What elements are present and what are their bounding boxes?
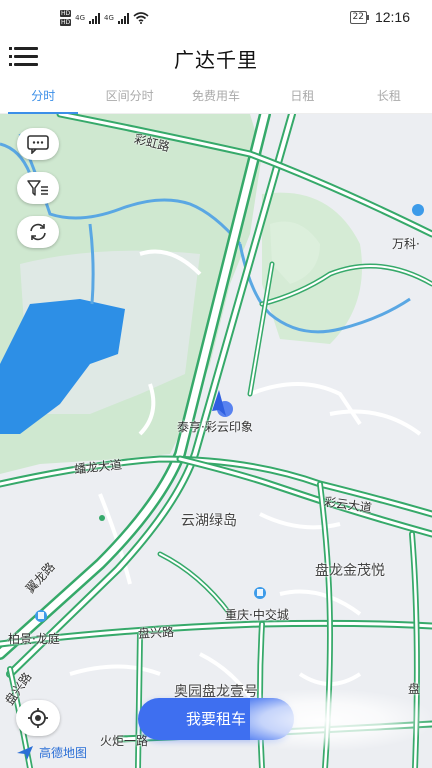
filter-icon bbox=[27, 180, 48, 196]
poi-label-yunhu: 云湖绿岛 bbox=[181, 513, 237, 529]
hd-badge-1: HD bbox=[60, 10, 72, 17]
rent-car-button[interactable]: 我要租车 bbox=[138, 698, 294, 740]
tab-long-term[interactable]: 长租 bbox=[346, 80, 432, 113]
wifi-icon bbox=[133, 12, 149, 24]
amap-arrow-icon bbox=[17, 745, 33, 760]
app-header: 广达千里 bbox=[0, 36, 432, 80]
tab-interval-hourly[interactable]: 区间分时 bbox=[86, 80, 172, 113]
poi-label-wanke: 万科· bbox=[392, 237, 420, 251]
hd-badge-2: HD bbox=[60, 19, 72, 26]
network-type-1: 4G bbox=[75, 14, 86, 22]
chat-bubble-icon bbox=[27, 135, 49, 154]
road-label-panxing: 盘兴路 bbox=[137, 625, 175, 641]
message-button[interactable] bbox=[17, 128, 59, 160]
map-provider-logo: 高德地图 bbox=[16, 744, 87, 761]
status-left: HD HD 4G 4G bbox=[60, 10, 149, 26]
battery-icon: 22 bbox=[349, 10, 369, 24]
tab-hourly[interactable]: 分时 bbox=[0, 80, 86, 114]
poi-label-baijing: 柏景·龙庭 bbox=[8, 632, 60, 646]
map-view[interactable]: 彩虹路 蟠龙大道 彩云大道 翼龙路 盘兴路 盘兴路 火炬一路 泰亨·彩云印象 云… bbox=[0, 114, 432, 768]
poi-label-chongqing: 重庆·中交城 bbox=[225, 608, 289, 622]
road-label-huoju: 火炬一路 bbox=[100, 734, 149, 748]
filter-button[interactable] bbox=[17, 172, 59, 204]
clock: 12:16 bbox=[374, 9, 410, 25]
rental-mode-tabs: 分时 区间分时 免费用车 日租 长租 bbox=[0, 80, 432, 114]
page-title: 广达千里 bbox=[174, 48, 258, 72]
status-bar: HD HD 4G 4G 22 12:16 bbox=[0, 0, 432, 36]
refresh-icon bbox=[30, 223, 46, 241]
poi-label-taiting: 泰亨·彩云印象 bbox=[177, 420, 253, 434]
status-right: 22 12:16 bbox=[349, 9, 410, 25]
signal-bars-1-icon bbox=[89, 12, 101, 24]
map-canvas bbox=[0, 114, 432, 768]
crosshair-icon bbox=[28, 708, 48, 728]
poi-label-panlong-jinmao: 盘龙金茂悦 bbox=[315, 563, 385, 579]
poi-label-edge: 盘 bbox=[408, 682, 421, 696]
my-location-button[interactable] bbox=[16, 700, 60, 736]
network-type-2: 4G bbox=[104, 14, 114, 22]
battery-level: 22 bbox=[349, 10, 367, 24]
tab-daily[interactable]: 日租 bbox=[259, 80, 345, 113]
map-provider-text: 高德地图 bbox=[39, 746, 88, 760]
refresh-button[interactable] bbox=[17, 216, 59, 248]
tab-free-ride[interactable]: 免费用车 bbox=[173, 80, 259, 113]
signal-bars-2-icon bbox=[117, 12, 129, 24]
hd-indicators: HD HD bbox=[60, 10, 72, 26]
